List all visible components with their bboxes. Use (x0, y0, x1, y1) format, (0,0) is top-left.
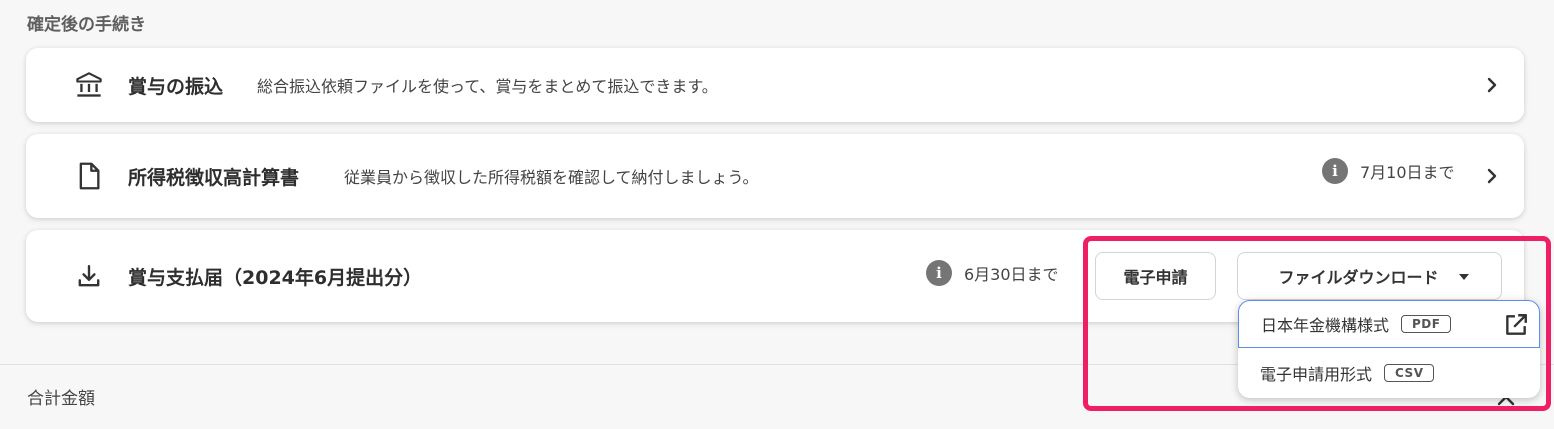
total-amount-label: 合計金額 (27, 389, 95, 409)
deadline: i 6月30日まで (926, 260, 1059, 286)
chevron-right-icon[interactable] (1482, 166, 1502, 186)
download-format-menu: 日本年金機構様式 PDF 電子申請用形式 CSV (1238, 300, 1540, 398)
format-tag: CSV (1384, 364, 1435, 382)
menu-item-label: 日本年金機構様式 (1261, 316, 1390, 335)
menu-item-label: 電子申請用形式 (1260, 365, 1373, 384)
e-filing-button[interactable]: 電子申請 (1095, 252, 1216, 300)
income-tax-card[interactable]: 所得税徴収高計算書 従業員から徴収した所得税額を確認して納付しましょう。 i 7… (26, 134, 1524, 218)
page: 確定後の手続き 賞与の振込 総合振込依頼ファイルを使って、賞与をまとめて振込でき… (0, 0, 1554, 429)
chevron-right-icon[interactable] (1482, 75, 1502, 95)
caret-down-icon (1458, 274, 1469, 280)
bank-icon (74, 70, 104, 100)
card-title: 賞与支払届（2024年6月提出分） (128, 266, 423, 289)
file-download-label: ファイルダウンロード (1278, 268, 1439, 287)
card-title: 所得税徴収高計算書 (128, 166, 300, 189)
document-icon (74, 161, 104, 191)
menu-item-pension-format[interactable]: 日本年金機構様式 PDF (1238, 300, 1540, 348)
info-icon[interactable]: i (1322, 158, 1348, 184)
menu-item-efile-format[interactable]: 電子申請用形式 CSV (1238, 349, 1540, 397)
file-download-button[interactable]: ファイルダウンロード (1237, 252, 1502, 300)
external-link-icon (1503, 312, 1529, 338)
info-icon[interactable]: i (926, 260, 952, 286)
card-description: 従業員から徴収した所得税額を確認して納付しましょう。 (344, 168, 759, 187)
bonus-transfer-card[interactable]: 賞与の振込 総合振込依頼ファイルを使って、賞与をまとめて振込できます。 (26, 48, 1524, 122)
section-title: 確定後の手続き (27, 15, 146, 35)
card-description: 総合振込依頼ファイルを使って、賞与をまとめて振込できます。 (257, 77, 718, 96)
card-title: 賞与の振込 (128, 75, 224, 98)
deadline: i 7月10日まで (1322, 158, 1455, 184)
download-icon (74, 261, 104, 291)
deadline-text: 6月30日まで (964, 265, 1059, 284)
deadline-text: 7月10日まで (1360, 163, 1455, 182)
format-tag: PDF (1401, 315, 1452, 333)
